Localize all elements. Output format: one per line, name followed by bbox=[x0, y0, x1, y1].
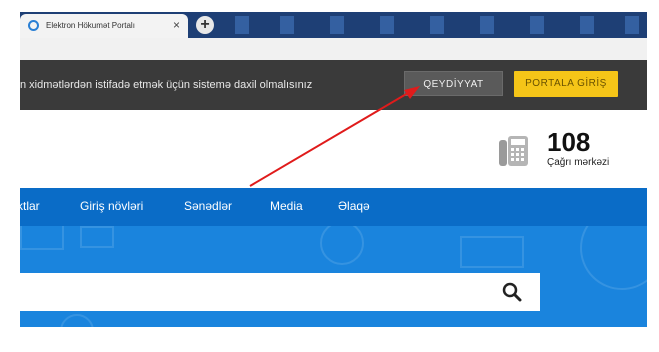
tab-close-button[interactable]: × bbox=[173, 18, 180, 32]
nav-item-documents[interactable]: Sənədlər bbox=[184, 199, 232, 213]
background-pattern bbox=[20, 226, 64, 250]
hero-banner bbox=[20, 226, 647, 327]
taskbar-thumbnail bbox=[280, 16, 294, 34]
register-button[interactable]: QEYDİYYAT bbox=[404, 71, 503, 96]
site-header: 108 Çağrı mərkəzi bbox=[20, 110, 647, 188]
taskbar-thumbnail bbox=[430, 16, 444, 34]
login-bar: n xidmətlərdən istifadə etmək üçün siste… bbox=[20, 60, 647, 110]
nav-item-services[interactable]: ktlar bbox=[17, 199, 40, 213]
background-pattern bbox=[320, 226, 364, 265]
phone-icon bbox=[499, 136, 528, 166]
new-tab-button[interactable]: + bbox=[196, 16, 214, 34]
taskbar-thumbnail bbox=[380, 16, 394, 34]
taskbar-thumbnail bbox=[530, 16, 544, 34]
background-pattern bbox=[80, 226, 114, 248]
taskbar-thumbnail bbox=[235, 16, 249, 34]
taskbar-thumbnail bbox=[625, 16, 639, 34]
nav-item-login-types[interactable]: Giriş növləri bbox=[80, 199, 143, 213]
browser-tab[interactable]: Elektron Hökumət Portalı × bbox=[20, 14, 188, 38]
nav-item-contact[interactable]: Əlaqə bbox=[338, 199, 370, 213]
portal-login-button[interactable]: PORTALA GİRİŞ bbox=[514, 71, 618, 97]
taskbar-thumbnail bbox=[330, 16, 344, 34]
tab-title: Elektron Hökumət Portalı bbox=[46, 21, 135, 30]
taskbar-thumbnail bbox=[480, 16, 494, 34]
background-pattern bbox=[460, 236, 524, 268]
search-icon[interactable] bbox=[502, 282, 522, 302]
favicon-icon bbox=[28, 20, 39, 31]
nav-item-media[interactable]: Media bbox=[270, 199, 303, 213]
login-required-message: n xidmətlərdən istifadə etmək üçün siste… bbox=[20, 79, 313, 91]
call-center-label: Çağrı mərkəzi bbox=[547, 157, 610, 168]
background-pattern bbox=[60, 314, 94, 327]
main-nav: ktlar Giriş növləri Sənədlər Media Əlaqə bbox=[17, 188, 647, 226]
background-pattern bbox=[580, 226, 647, 290]
taskbar-thumbnail bbox=[580, 16, 594, 34]
browser-tab-bar: Elektron Hökumət Portalı × + bbox=[20, 12, 647, 38]
search-input[interactable] bbox=[20, 273, 540, 311]
address-bar[interactable] bbox=[20, 38, 647, 61]
call-center-number[interactable]: 108 bbox=[547, 128, 590, 156]
